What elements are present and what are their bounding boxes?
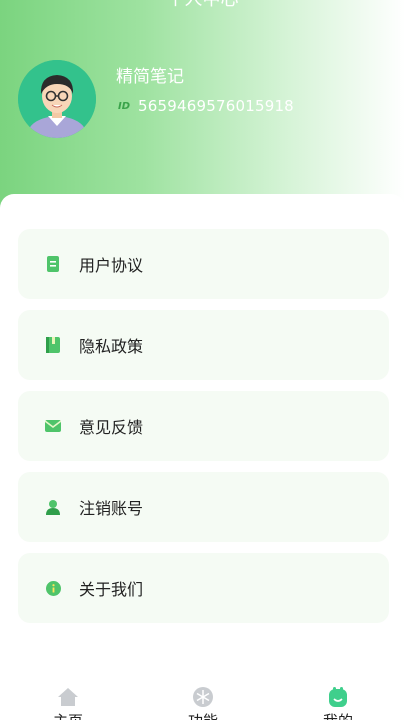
snowflake-icon xyxy=(193,687,213,707)
user-id-row: ID 5659469576015918 xyxy=(118,97,294,115)
menu-label: 隐私政策 xyxy=(79,337,144,356)
menu-label: 意见反馈 xyxy=(79,418,144,437)
menu-item-user-agreement[interactable]: 用户协议 xyxy=(18,229,389,299)
avatar[interactable] xyxy=(18,60,96,138)
user-icon xyxy=(45,499,61,515)
id-icon: ID xyxy=(118,100,131,112)
menu-label: 注销账号 xyxy=(79,499,144,518)
book-icon xyxy=(45,337,61,353)
document-icon xyxy=(45,256,61,272)
menu-item-about-us[interactable]: 关于我们 xyxy=(18,553,389,623)
profile-icon xyxy=(329,687,347,707)
mail-icon xyxy=(45,418,61,434)
content-panel: 用户协议 隐私政策 意见反馈 注销账号 关于我们 xyxy=(0,194,405,720)
bottom-tab-bar: 主页 功能 我的 xyxy=(0,680,405,720)
page-title: 个人中心 xyxy=(0,0,405,12)
home-icon xyxy=(58,688,78,706)
tab-features[interactable]: 功能 xyxy=(163,680,243,720)
username: 精简笔记 xyxy=(116,67,184,87)
tab-label: 功能 xyxy=(163,712,243,720)
menu-item-feedback[interactable]: 意见反馈 xyxy=(18,391,389,461)
menu-label: 关于我们 xyxy=(79,580,144,599)
avatar-illustration xyxy=(18,60,96,138)
info-icon xyxy=(45,580,61,596)
menu-item-delete-account[interactable]: 注销账号 xyxy=(18,472,389,542)
user-id-value: 5659469576015918 xyxy=(138,97,294,115)
menu-item-privacy-policy[interactable]: 隐私政策 xyxy=(18,310,389,380)
tab-mine[interactable]: 我的 xyxy=(298,680,378,720)
tab-label: 我的 xyxy=(298,712,378,720)
menu-label: 用户协议 xyxy=(79,256,144,275)
tab-label: 主页 xyxy=(28,712,108,720)
tab-home[interactable]: 主页 xyxy=(28,680,108,720)
